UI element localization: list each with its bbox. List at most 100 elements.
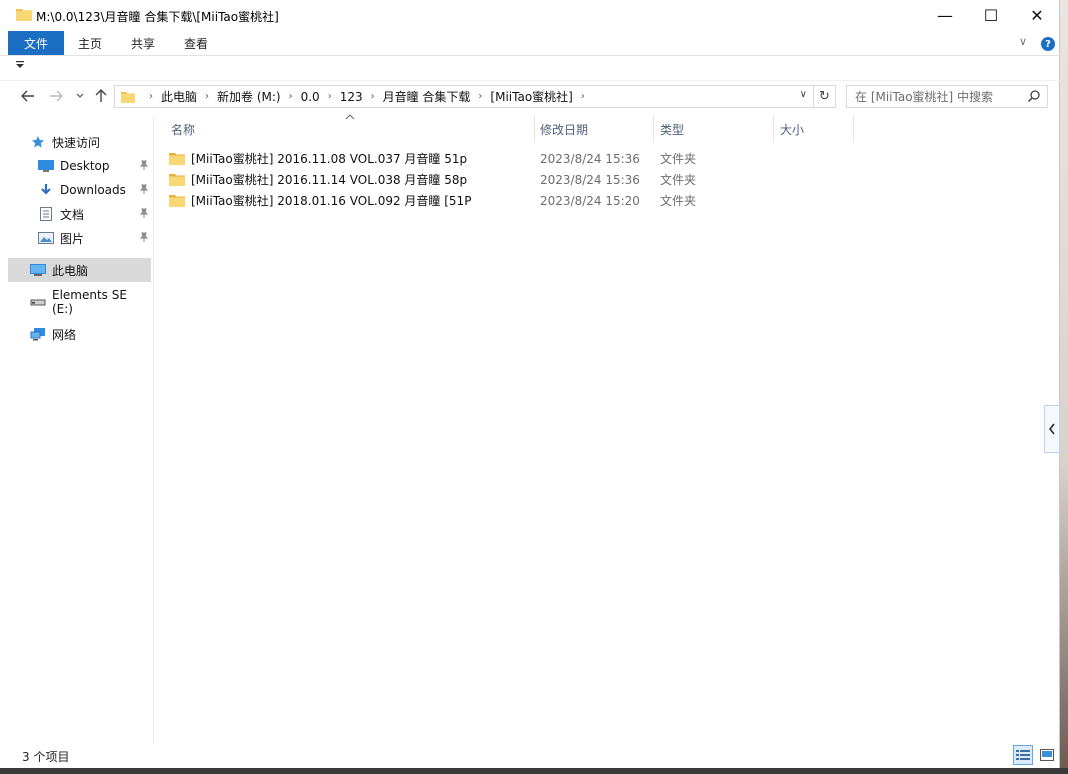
file-list: 名称 修改日期 类型 大小 [MiiTao蜜桃社] 2016.11.08 VOL…	[155, 112, 1060, 744]
table-row[interactable]: [MiiTao蜜桃社] 2016.11.08 VOL.037 月音瞳 51p 2…	[169, 148, 1009, 169]
column-header-size[interactable]: 大小	[774, 116, 854, 142]
file-type: 文件夹	[660, 194, 697, 208]
explorer-window: M:\0.0\123\月音瞳 合集下载\[MiiTao蜜桃社] — ☐ ✕ 文件…	[0, 0, 1060, 768]
pin-icon[interactable]	[139, 184, 149, 197]
document-icon	[38, 207, 54, 221]
taskbar-edge	[0, 768, 1068, 774]
breadcrumb-current-folder[interactable]: [MiiTao蜜桃社]	[490, 88, 572, 105]
file-name: [MiiTao蜜桃社] 2016.11.08 VOL.037 月音瞳 51p	[191, 152, 468, 166]
breadcrumb-folder-0-0[interactable]: 0.0	[301, 90, 320, 104]
breadcrumb-separator[interactable]: ›	[141, 91, 161, 102]
folder-icon	[16, 9, 32, 21]
sidebar-item-quick-access[interactable]: 快速访问	[30, 130, 151, 154]
title-bar[interactable]: M:\0.0\123\月音瞳 合集下载\[MiiTao蜜桃社] — ☐ ✕	[0, 0, 1060, 31]
breadcrumb-this-pc[interactable]: 此电脑	[161, 88, 197, 105]
breadcrumb-separator[interactable]: ›	[320, 91, 340, 102]
file-type: 文件夹	[660, 173, 697, 187]
sidebar-item-label: 网络	[52, 327, 77, 342]
network-icon	[30, 327, 46, 341]
tab-home[interactable]: 主页	[78, 31, 102, 55]
pictures-icon	[38, 231, 54, 245]
sidebar-item-label: 图片	[60, 231, 85, 246]
file-date: 2023/8/24 15:20	[540, 193, 640, 208]
help-icon[interactable]: ?	[1041, 37, 1055, 51]
chevron-left-icon	[1049, 423, 1055, 435]
refresh-button[interactable]: ↻	[814, 85, 836, 108]
table-row[interactable]: [MiiTao蜜桃社] 2018.01.16 VOL.092 月音瞳 [51P …	[169, 190, 1009, 211]
ribbon-tabs: 文件 主页 共享 查看 ∨ ?	[0, 31, 1060, 56]
table-row[interactable]: [MiiTao蜜桃社] 2016.11.14 VOL.038 月音瞳 58p 2…	[169, 169, 1009, 190]
sidebar-item-desktop[interactable]: Desktop	[38, 154, 151, 178]
sidebar-item-label: 快速访问	[52, 135, 101, 150]
breadcrumb-separator[interactable]: ›	[197, 91, 217, 102]
desktop-background	[1060, 0, 1068, 774]
navigation-bar: › 此电脑 › 新加卷 (M:) › 0.0 › 123 › 月音瞳 合集下载 …	[0, 82, 1060, 110]
download-icon	[38, 183, 54, 197]
quick-access-toolbar	[0, 57, 1060, 81]
sidebar-item-pictures[interactable]: 图片	[38, 226, 151, 250]
close-button[interactable]: ✕	[1014, 0, 1060, 31]
search-input[interactable]: 在 [MiiTao蜜桃社] 中搜索	[846, 85, 1048, 108]
folder-icon	[121, 91, 135, 103]
breadcrumb-separator[interactable]: ›	[470, 91, 490, 102]
sidebar-item-this-pc[interactable]: 此电脑	[8, 258, 151, 282]
folder-icon	[169, 153, 185, 165]
maximize-button[interactable]: ☐	[968, 0, 1014, 31]
minimize-button[interactable]: —	[922, 0, 968, 31]
large-icons-view-button[interactable]	[1037, 745, 1057, 765]
file-type: 文件夹	[660, 152, 697, 166]
column-header-name[interactable]: 名称	[165, 116, 535, 142]
pin-icon[interactable]	[139, 232, 149, 245]
folder-icon	[169, 174, 185, 186]
address-bar[interactable]: › 此电脑 › 新加卷 (M:) › 0.0 › 123 › 月音瞳 合集下载 …	[114, 85, 814, 108]
column-header-date[interactable]: 修改日期	[534, 116, 654, 142]
computer-icon	[30, 263, 46, 277]
sidebar-item-elements-drive[interactable]: Elements SE (E:)	[30, 288, 151, 316]
item-count: 3 个项目	[22, 750, 70, 764]
sidebar-item-label: Downloads	[60, 183, 126, 197]
file-date: 2023/8/24 15:36	[540, 151, 640, 166]
window-title: M:\0.0\123\月音瞳 合集下载\[MiiTao蜜桃社]	[36, 10, 279, 24]
file-name: [MiiTao蜜桃社] 2016.11.14 VOL.038 月音瞳 58p	[191, 173, 468, 187]
up-arrow-icon[interactable]	[91, 86, 111, 106]
breadcrumb-folder-collection[interactable]: 月音瞳 合集下载	[383, 88, 471, 105]
preview-pane-toggle[interactable]	[1044, 405, 1060, 453]
pin-icon[interactable]	[139, 208, 149, 221]
desktop-icon	[38, 159, 54, 173]
sidebar-item-documents[interactable]: 文档	[38, 202, 151, 226]
breadcrumb-drive-m[interactable]: 新加卷 (M:)	[217, 88, 281, 105]
sidebar-item-label: Desktop	[60, 159, 110, 173]
search-placeholder: 在 [MiiTao蜜桃社] 中搜索	[855, 90, 994, 104]
folder-icon	[169, 195, 185, 207]
tab-file[interactable]: 文件	[8, 31, 64, 55]
tab-share[interactable]: 共享	[131, 31, 155, 55]
status-bar: 3 个项目	[0, 744, 1060, 768]
file-date: 2023/8/24 15:36	[540, 172, 640, 187]
large-icons-view-icon	[1040, 749, 1054, 761]
sidebar-item-network[interactable]: 网络	[30, 322, 151, 346]
sidebar-item-label: 此电脑	[52, 263, 89, 278]
breadcrumb-separator[interactable]: ›	[363, 91, 383, 102]
sidebar-item-label: Elements SE (E:)	[52, 288, 127, 316]
breadcrumb-folder-123[interactable]: 123	[340, 90, 363, 104]
column-header-type[interactable]: 类型	[654, 116, 774, 142]
breadcrumb-separator[interactable]: ›	[281, 91, 301, 102]
breadcrumb-separator[interactable]: ›	[573, 91, 593, 102]
expand-ribbon-button[interactable]: ∨	[1019, 35, 1027, 48]
star-icon	[30, 135, 46, 149]
drive-icon	[30, 295, 46, 309]
chevron-down-icon[interactable]	[70, 86, 90, 106]
details-view-button[interactable]	[1013, 745, 1033, 765]
back-arrow-icon[interactable]	[18, 86, 38, 106]
pin-icon[interactable]	[139, 160, 149, 173]
sidebar-item-label: 文档	[60, 207, 85, 222]
sidebar-item-downloads[interactable]: Downloads	[38, 178, 151, 202]
customize-toolbar-icon[interactable]	[16, 61, 24, 69]
address-dropdown-button[interactable]: ∨	[800, 89, 807, 100]
file-name: [MiiTao蜜桃社] 2018.01.16 VOL.092 月音瞳 [51P	[191, 194, 472, 208]
details-view-icon	[1016, 750, 1030, 760]
forward-arrow-icon[interactable]	[46, 86, 66, 106]
breadcrumb: › 此电脑 › 新加卷 (M:) › 0.0 › 123 › 月音瞳 合集下载 …	[141, 88, 593, 105]
tab-view[interactable]: 查看	[184, 31, 208, 55]
search-icon[interactable]	[1027, 89, 1041, 103]
